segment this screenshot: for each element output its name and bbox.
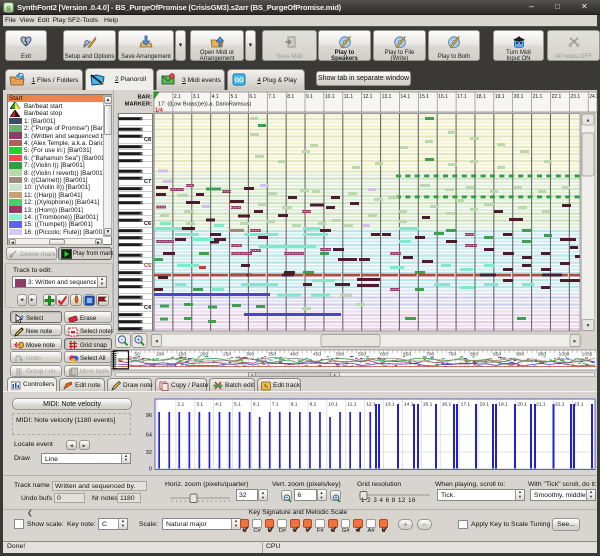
svg-text:5.1: 5.1 [234, 402, 241, 408]
svg-text:4.1: 4.1 [215, 402, 222, 408]
svg-text:22.1: 22.1 [555, 402, 565, 408]
svg-text:96: 96 [146, 413, 152, 419]
svg-text:2.1: 2.1 [177, 402, 184, 408]
svg-text:15.1: 15.1 [423, 402, 433, 408]
svg-text:20.1: 20.1 [517, 402, 527, 408]
svg-text:10.1: 10.1 [328, 402, 338, 408]
svg-text:17.1: 17.1 [461, 402, 471, 408]
svg-text:12.1: 12.1 [366, 402, 376, 408]
svg-text:11.1: 11.1 [347, 402, 356, 408]
svg-text:18.1: 18.1 [480, 402, 490, 408]
svg-text:16.1: 16.1 [442, 402, 452, 408]
svg-text:32: 32 [146, 450, 152, 456]
svg-text:3.1: 3.1 [196, 402, 203, 408]
svg-text:6.1: 6.1 [253, 402, 260, 408]
svg-text:0: 0 [149, 467, 152, 473]
svg-text:9.1: 9.1 [310, 402, 317, 408]
svg-text:7.1: 7.1 [272, 402, 279, 408]
svg-text:23.1: 23.1 [574, 402, 584, 408]
svg-text:64: 64 [146, 433, 152, 439]
svg-text:13.1: 13.1 [385, 402, 395, 408]
svg-text:19.1: 19.1 [498, 402, 508, 408]
svg-text:21.1: 21.1 [536, 402, 546, 408]
svg-text:14.1: 14.1 [404, 402, 414, 408]
svg-text:8.1: 8.1 [291, 402, 298, 408]
